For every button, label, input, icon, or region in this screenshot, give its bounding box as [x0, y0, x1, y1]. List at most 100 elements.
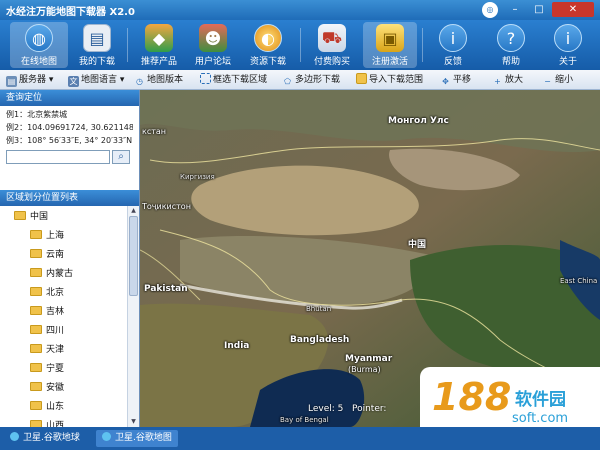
title-bar: 水经注万能地图下载器 X2.0 ◎ – □ ✕ — [0, 0, 600, 20]
list-item[interactable]: 北京 — [30, 284, 64, 303]
box-select-download-button[interactable]: 框选下载区域 — [200, 73, 267, 87]
user-forum-button[interactable]: ☻ 用户论坛 — [188, 22, 238, 68]
server-icon: ▤ — [6, 76, 17, 87]
zoom-in-icon: + — [494, 77, 501, 86]
purchase-label: 付费购买 — [313, 57, 350, 67]
watermark-domain: soft.com — [512, 411, 569, 426]
map-toolbar: ▤ 服务器 ▾ 文地图语言 ▾ ◷ 地图版本 框选下载区域 ⬠ 多边形下载 导入下载范… — [0, 70, 600, 90]
location-search-input[interactable] — [6, 150, 110, 164]
list-item-label: 山东 — [46, 402, 65, 412]
tab-google-earth[interactable]: 卫星.谷歌地球 — [4, 430, 86, 447]
list-item[interactable]: 上海 — [30, 227, 64, 246]
scroll-up-arrow-icon[interactable]: ▲ — [128, 206, 139, 216]
server-label: 服务器 — [19, 75, 47, 85]
maximize-button[interactable]: □ — [528, 2, 550, 17]
server-dropdown[interactable]: ▤ 服务器 ▾ — [6, 73, 53, 87]
help-button[interactable]: ? 帮助 — [486, 22, 536, 68]
folder-icon — [30, 363, 42, 372]
map-status: Level: 5 Pointer: — [308, 404, 386, 414]
list-item[interactable]: 吉林 — [30, 303, 64, 322]
zoom-in-button[interactable]: + 放大 — [492, 73, 523, 87]
map-label: 中国 — [408, 240, 427, 250]
zoom-out-button[interactable]: − 缩小 — [542, 73, 573, 87]
pan-button[interactable]: ✥ 平移 — [440, 73, 471, 87]
polygon-download-button[interactable]: ⬠ 多边形下载 — [282, 73, 340, 87]
map-language-label: 地图语言 — [81, 75, 118, 85]
polygon-download-label: 多边形下载 — [295, 75, 341, 85]
brand-logo-icon: ◎ — [482, 2, 498, 18]
lock-icon: ▣ — [376, 24, 404, 52]
search-button[interactable]: ⌕ — [112, 150, 130, 164]
list-item[interactable]: 山西 — [30, 417, 64, 427]
resource-download-label: 资源下载 — [249, 57, 286, 67]
list-item[interactable]: 山东 — [30, 398, 64, 417]
box-select-label: 框选下载区域 — [213, 75, 268, 85]
tab-google-maps[interactable]: 卫星.谷歌地图 — [96, 430, 178, 447]
register-activate-button[interactable]: ▣ 注册激活 — [363, 22, 417, 68]
map-label: Bangladesh — [290, 335, 350, 345]
folder-icon — [30, 344, 42, 353]
polygon-icon: ⬠ — [284, 77, 291, 86]
scroll-down-arrow-icon[interactable]: ▼ — [128, 417, 139, 427]
zoom-out-label: 缩小 — [555, 75, 574, 85]
question-icon: ? — [497, 24, 525, 52]
list-item[interactable]: 内蒙古 — [30, 265, 73, 284]
info-icon: i — [554, 24, 582, 52]
query-example-2: 例2：104.09691724, 30.62114865 — [6, 123, 133, 132]
list-item[interactable]: 云南 — [30, 246, 64, 265]
my-downloads-button[interactable]: ▤ 我的下载 — [72, 22, 122, 68]
map-language-dropdown[interactable]: 文地图语言 ▾ — [68, 73, 124, 87]
zoom-level-readout: Level: 5 — [308, 404, 344, 414]
toolbar-divider — [422, 28, 423, 62]
recommended-products-label: 推荐产品 — [140, 57, 177, 67]
hand-icon: ✥ — [442, 77, 449, 86]
online-map-label: 在线地图 — [20, 57, 57, 67]
list-item[interactable]: 安徽 — [30, 379, 64, 398]
map-version-label: 地图版本 — [147, 75, 184, 85]
user-forum-label: 用户论坛 — [194, 57, 231, 67]
recommended-products-button[interactable]: ◆ 推荐产品 — [134, 22, 184, 68]
list-item[interactable]: 天津 — [30, 341, 64, 360]
online-map-button[interactable]: ◍ 在线地图 — [10, 22, 68, 68]
tree-root-china[interactable]: 中国 — [14, 208, 48, 227]
query-example-3: 例3：108° 56′33″E, 34° 20′33″N — [6, 136, 133, 145]
about-button[interactable]: i 关于 — [543, 22, 593, 68]
folder-icon — [30, 249, 42, 258]
close-button[interactable]: ✕ — [552, 2, 594, 17]
folder-icon — [30, 268, 42, 277]
watermark-number: 188 — [432, 375, 512, 419]
window-title: 水经注万能地图下载器 X2.0 — [6, 7, 135, 18]
folder-icon — [30, 230, 42, 239]
list-item[interactable]: 宁夏 — [30, 360, 64, 379]
import-range-button[interactable]: 导入下载范围 — [356, 73, 423, 87]
map-label: Myanmar — [345, 354, 393, 364]
folder-icon — [30, 325, 42, 334]
purchase-button[interactable]: ⛟ 付费购买 — [307, 22, 357, 68]
map-label: India — [224, 341, 250, 351]
scrollbar-thumb[interactable] — [129, 216, 138, 296]
toolbar-divider — [127, 28, 128, 62]
feedback-button[interactable]: i 反馈 — [428, 22, 478, 68]
map-version-button[interactable]: ◷ 地图版本 — [134, 73, 183, 87]
map-label: Тоҷикистон — [142, 202, 191, 211]
zoom-in-label: 放大 — [505, 75, 524, 85]
resource-download-button[interactable]: ◐ 资源下载 — [243, 22, 293, 68]
folder-icon — [30, 401, 42, 410]
query-panel-title: 查询定位 — [0, 90, 139, 106]
watermark-brand: 软件园 — [515, 390, 566, 410]
folder-icon — [356, 73, 367, 84]
list-item-label: 天津 — [46, 345, 65, 355]
info-icon: i — [439, 24, 467, 52]
import-range-label: 导入下载范围 — [369, 75, 424, 85]
minimize-button[interactable]: – — [504, 2, 526, 17]
map-source-tabs: 卫星.谷歌地球 卫星.谷歌地图 — [0, 427, 600, 450]
list-item[interactable]: 四川 — [30, 322, 64, 341]
map-label: Киргизия — [180, 173, 215, 181]
toolbar-divider — [300, 28, 301, 62]
map-label: кстан — [142, 127, 167, 136]
box-select-icon — [200, 73, 211, 84]
my-downloads-label: 我的下载 — [78, 57, 115, 67]
globe-icon — [102, 432, 111, 441]
language-icon: 文 — [68, 76, 79, 87]
region-list-scrollbar[interactable]: ▲ ▼ — [127, 206, 139, 427]
